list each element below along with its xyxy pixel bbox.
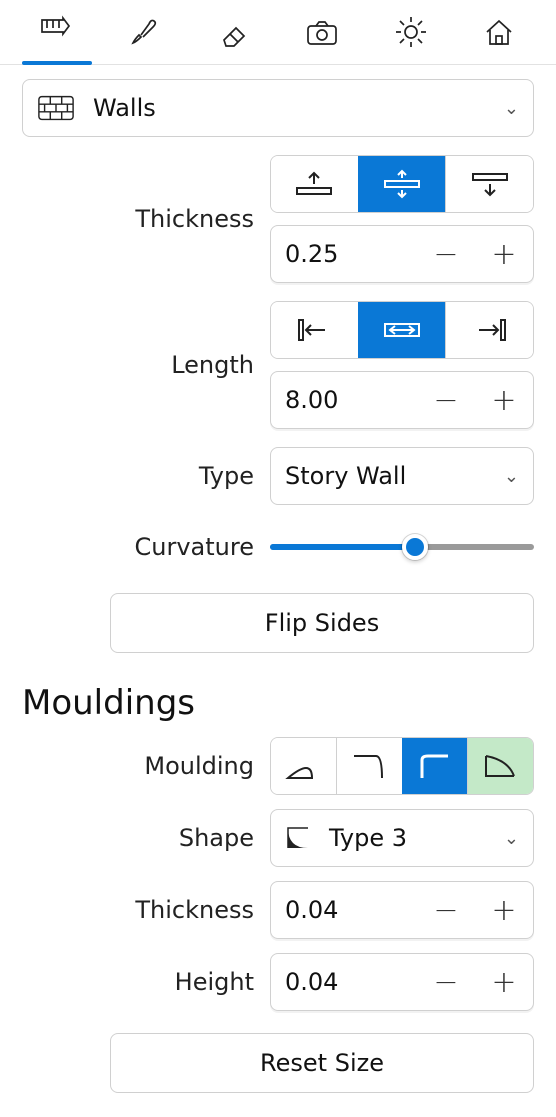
tab-brush[interactable] xyxy=(110,14,180,54)
length-stepper: 8.00 − + xyxy=(270,371,534,429)
length-decrement[interactable]: − xyxy=(417,372,475,428)
shape-label: Shape xyxy=(22,824,270,852)
moulding-row: Moulding xyxy=(22,737,534,795)
thickness-stepper: 0.25 − + xyxy=(270,225,534,283)
moulding-height-value[interactable]: 0.04 xyxy=(271,968,417,996)
eraser-icon xyxy=(216,14,252,54)
chevron-down-icon: ⌄ xyxy=(504,828,519,849)
moulding-thickness-stepper: 0.04 − + xyxy=(270,881,534,939)
tool-tabstrip xyxy=(0,0,556,65)
tab-camera[interactable] xyxy=(287,14,357,54)
moulding-height-stepper: 0.04 − + xyxy=(270,953,534,1011)
length-mode-right[interactable] xyxy=(445,302,533,358)
moulding-height-label: Height xyxy=(22,968,270,996)
shape-value: Type 3 xyxy=(329,824,407,852)
curvature-row: Curvature xyxy=(22,523,534,571)
moulding-label: Moulding xyxy=(22,752,270,780)
moulding-opt-cornice[interactable] xyxy=(336,738,402,794)
house-icon xyxy=(481,14,517,54)
thickness-label: Thickness xyxy=(22,205,270,233)
length-value[interactable]: 8.00 xyxy=(271,386,417,414)
type-label: Type xyxy=(22,462,270,490)
moulding-opt-radius[interactable] xyxy=(402,738,468,794)
category-label: Walls xyxy=(93,94,156,122)
moulding-opt-baseboard[interactable] xyxy=(271,738,336,794)
mouldings-heading: Mouldings xyxy=(22,683,534,723)
tab-measure[interactable] xyxy=(22,14,92,54)
moulding-height-decrement[interactable]: − xyxy=(417,954,475,1010)
length-row: Length 8.00 − + xyxy=(22,301,534,429)
length-increment[interactable]: + xyxy=(475,372,533,428)
slider-fill xyxy=(270,544,415,550)
flip-sides-button[interactable]: Flip Sides xyxy=(110,593,534,653)
slider-thumb[interactable] xyxy=(402,534,428,560)
moulding-opt-chamfer[interactable] xyxy=(467,738,533,794)
length-label: Length xyxy=(22,351,270,379)
length-mode-toggle xyxy=(270,301,534,359)
tab-eraser[interactable] xyxy=(199,14,269,54)
chevron-down-icon: ⌄ xyxy=(504,98,519,119)
thickness-increment[interactable]: + xyxy=(475,226,533,282)
curvature-slider[interactable] xyxy=(270,523,534,571)
ruler-icon xyxy=(39,14,75,54)
properties-panel: Walls ⌄ Thickness 0.25 − + xyxy=(0,65,556,1117)
thickness-value[interactable]: 0.25 xyxy=(271,240,417,268)
moulding-height-increment[interactable]: + xyxy=(475,954,533,1010)
length-mode-left[interactable] xyxy=(271,302,358,358)
type-row: Type Story Wall ⌄ xyxy=(22,447,534,505)
type-select[interactable]: Story Wall ⌄ xyxy=(270,447,534,505)
moulding-thickness-decrement[interactable]: − xyxy=(417,882,475,938)
thickness-mode-up[interactable] xyxy=(271,156,358,212)
brush-icon xyxy=(127,14,163,54)
thickness-mode-down[interactable] xyxy=(445,156,533,212)
moulding-height-row: Height 0.04 − + xyxy=(22,953,534,1011)
shape-select[interactable]: Type 3 ⌄ xyxy=(270,809,534,867)
shape-type3-icon xyxy=(285,825,311,851)
moulding-thickness-label: Thickness xyxy=(22,896,270,924)
camera-icon xyxy=(304,14,340,54)
thickness-mode-both[interactable] xyxy=(358,156,446,212)
moulding-thickness-value[interactable]: 0.04 xyxy=(271,896,417,924)
thickness-row: Thickness 0.25 − + xyxy=(22,155,534,283)
shape-row: Shape Type 3 ⌄ xyxy=(22,809,534,867)
curvature-label: Curvature xyxy=(22,533,270,561)
moulding-toggle xyxy=(270,737,534,795)
type-value: Story Wall xyxy=(285,462,406,490)
thickness-mode-toggle xyxy=(270,155,534,213)
moulding-thickness-increment[interactable]: + xyxy=(475,882,533,938)
chevron-down-icon: ⌄ xyxy=(504,466,519,487)
category-select[interactable]: Walls ⌄ xyxy=(22,79,534,137)
tab-sun[interactable] xyxy=(376,14,446,54)
length-mode-both[interactable] xyxy=(358,302,446,358)
tab-house[interactable] xyxy=(464,14,534,54)
moulding-thickness-row: Thickness 0.04 − + xyxy=(22,881,534,939)
reset-size-button[interactable]: Reset Size xyxy=(110,1033,534,1093)
sun-icon xyxy=(393,14,429,54)
brick-wall-icon xyxy=(37,94,75,122)
thickness-decrement[interactable]: − xyxy=(417,226,475,282)
